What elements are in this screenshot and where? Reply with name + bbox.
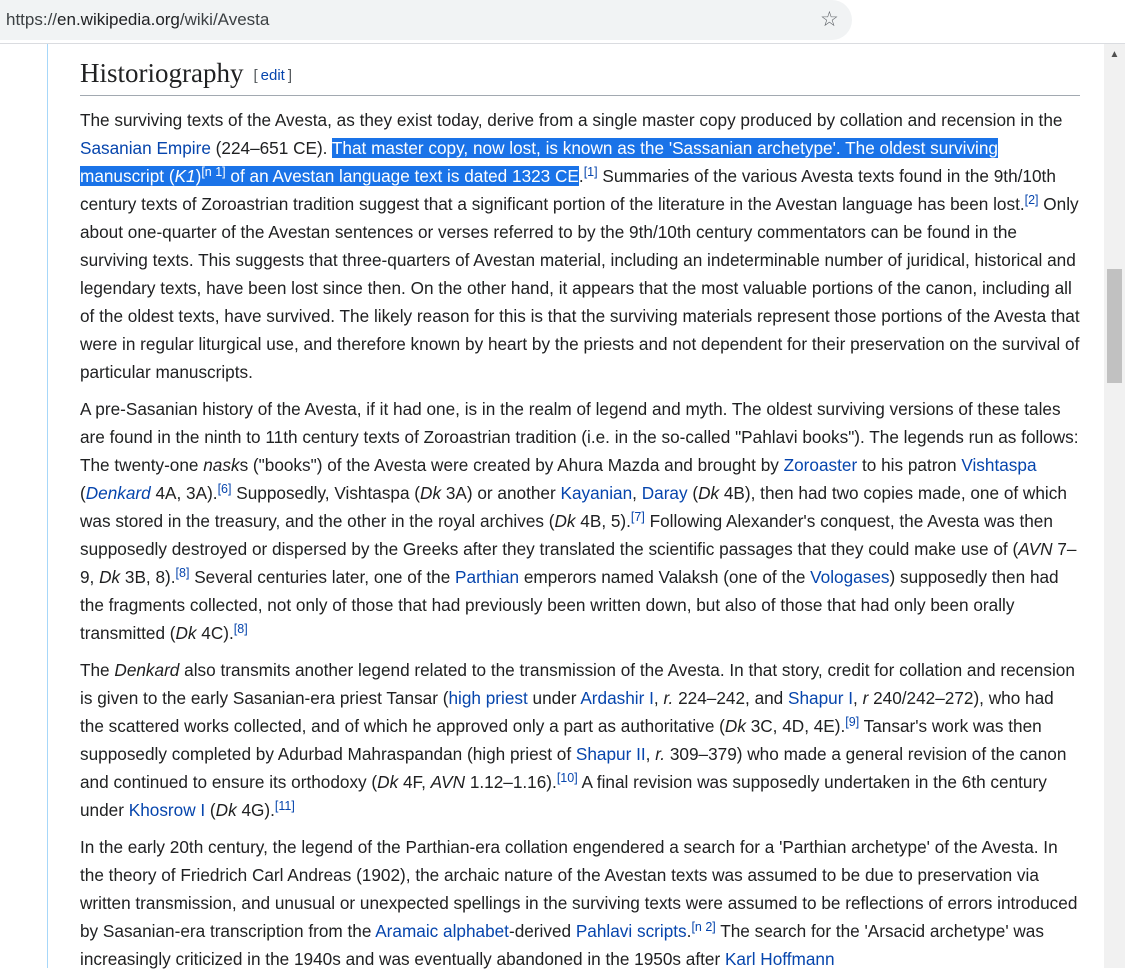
text: emperors named Valaksh (one of the bbox=[519, 567, 811, 587]
url-scheme: https:// bbox=[6, 10, 58, 29]
text: ( bbox=[687, 483, 699, 503]
text: -derived bbox=[508, 921, 576, 941]
scrollbar-thumb[interactable] bbox=[1107, 269, 1122, 383]
text: 3C, 4D, 4E). bbox=[745, 716, 846, 736]
text: (224–651 CE). bbox=[210, 138, 332, 158]
link-daray[interactable]: Daray bbox=[642, 483, 688, 503]
scroll-up-arrow-icon[interactable]: ▲ bbox=[1104, 46, 1125, 64]
link-zoroaster[interactable]: Zoroaster bbox=[784, 455, 858, 475]
citation-2[interactable]: [2] bbox=[1025, 193, 1039, 207]
link-pahlavi-scripts[interactable]: Pahlavi scripts bbox=[576, 921, 687, 941]
italic-text: Dk bbox=[420, 483, 442, 503]
address-bar[interactable]: https://en.wikipedia.org/wiki/Avesta ☆ bbox=[0, 0, 852, 40]
text: 4G). bbox=[236, 800, 275, 820]
citation-1[interactable]: [1] bbox=[584, 165, 598, 179]
italic-text: Dk bbox=[175, 623, 197, 643]
citation-7[interactable]: [7] bbox=[631, 510, 645, 524]
link-parthian[interactable]: Parthian bbox=[455, 567, 519, 587]
italic-text: Dk bbox=[99, 567, 121, 587]
url-path: /wiki/Avesta bbox=[179, 10, 270, 29]
link-aramaic-alphabet[interactable]: Aramaic alphabet bbox=[375, 921, 509, 941]
selected-text: of an Avestan language text is dated 132… bbox=[225, 166, 579, 186]
section-title: Historiography bbox=[80, 58, 244, 88]
citation-8[interactable]: [8] bbox=[176, 566, 190, 580]
article-content: Historiography [edit] The surviving texts… bbox=[80, 52, 1080, 973]
paragraph-3: The Denkard also transmits another legen… bbox=[80, 656, 1080, 824]
link-shapur-ii[interactable]: Shapur II bbox=[576, 744, 646, 764]
link-sasanian-empire[interactable]: Sasanian Empire bbox=[80, 138, 211, 158]
text: 224–242, and bbox=[673, 688, 789, 708]
link-vologases[interactable]: Vologases bbox=[810, 567, 889, 587]
paragraph-2: A pre-Sasanian history of the Avesta, if… bbox=[80, 395, 1080, 647]
italic-text: r. bbox=[663, 688, 674, 708]
text: 4A, 3A). bbox=[150, 483, 218, 503]
text: The bbox=[80, 660, 115, 680]
link-ardashir-i[interactable]: Ardashir I bbox=[580, 688, 654, 708]
italic-text: nask bbox=[203, 455, 240, 475]
edit-bracket-close: ] bbox=[287, 67, 293, 84]
italic-text: r. bbox=[655, 744, 666, 764]
text: to his patron bbox=[857, 455, 962, 475]
text: , bbox=[853, 688, 863, 708]
edit-link[interactable]: edit bbox=[261, 67, 285, 84]
url-host: en.wikipedia.org bbox=[57, 10, 180, 29]
link-karl-hoffmann[interactable]: Karl Hoffmann bbox=[725, 949, 835, 969]
text: Several centuries later, one of the bbox=[189, 567, 456, 587]
text: 4B, 5). bbox=[575, 511, 631, 531]
citation-9[interactable]: [9] bbox=[845, 715, 859, 729]
scrollbar-track[interactable] bbox=[1104, 44, 1125, 968]
text: , bbox=[632, 483, 642, 503]
text: , bbox=[645, 744, 656, 764]
italic-text: Dk bbox=[215, 800, 237, 820]
link-khosrow-i[interactable]: Khosrow I bbox=[129, 800, 205, 820]
paragraph-1: The surviving texts of the Avesta, as th… bbox=[80, 106, 1080, 386]
citation-8[interactable]: [8] bbox=[234, 622, 248, 636]
link-high-priest[interactable]: high priest bbox=[448, 688, 527, 708]
italic-text: Denkard bbox=[114, 660, 180, 680]
text: The surviving texts of the Avesta, as th… bbox=[80, 110, 1063, 130]
link-vishtaspa[interactable]: Vishtaspa bbox=[961, 455, 1036, 475]
link-shapur-i[interactable]: Shapur I bbox=[788, 688, 853, 708]
text: 1.12–1.16). bbox=[465, 772, 557, 792]
content-border bbox=[47, 44, 48, 968]
text: Supposedly, Vishtaspa ( bbox=[231, 483, 421, 503]
citation-6[interactable]: [6] bbox=[218, 482, 232, 496]
url-text[interactable]: https://en.wikipedia.org/wiki/Avesta bbox=[6, 10, 269, 30]
italic-text: Dk bbox=[377, 772, 399, 792]
selected-text-italic: K1 bbox=[174, 166, 196, 186]
italic-text: Dk bbox=[698, 483, 720, 503]
edit-bracket-open: [ bbox=[253, 67, 258, 84]
section-heading: Historiography [edit] bbox=[80, 52, 1080, 96]
italic-text: AVN bbox=[1018, 539, 1053, 559]
text: Only about one-quarter of the Avestan se… bbox=[80, 194, 1080, 382]
toolbar-divider bbox=[0, 43, 1125, 44]
italic-text: AVN bbox=[430, 772, 466, 792]
text: s ("books") of the Avesta were created b… bbox=[239, 455, 784, 475]
note-n1[interactable]: [n 1] bbox=[201, 165, 225, 179]
citation-11[interactable]: [11] bbox=[275, 799, 295, 813]
text: 4C). bbox=[196, 623, 234, 643]
link-kayanian[interactable]: Kayanian bbox=[560, 483, 632, 503]
paragraph-4: In the early 20th century, the legend of… bbox=[80, 833, 1080, 973]
text: 3B, 8). bbox=[120, 567, 176, 587]
citation-10[interactable]: [10] bbox=[557, 771, 578, 785]
text: ( bbox=[205, 800, 216, 820]
italic-text: Dk bbox=[724, 716, 746, 736]
note-n2[interactable]: [n 2] bbox=[691, 920, 715, 934]
text: 4F, bbox=[398, 772, 431, 792]
italic-text: Dk bbox=[554, 511, 576, 531]
text: under bbox=[527, 688, 581, 708]
link-denkard[interactable]: Denkard bbox=[86, 483, 151, 503]
star-icon[interactable]: ☆ bbox=[820, 7, 839, 33]
text: 3A) or another bbox=[441, 483, 561, 503]
edit-section: [edit] bbox=[253, 67, 292, 84]
